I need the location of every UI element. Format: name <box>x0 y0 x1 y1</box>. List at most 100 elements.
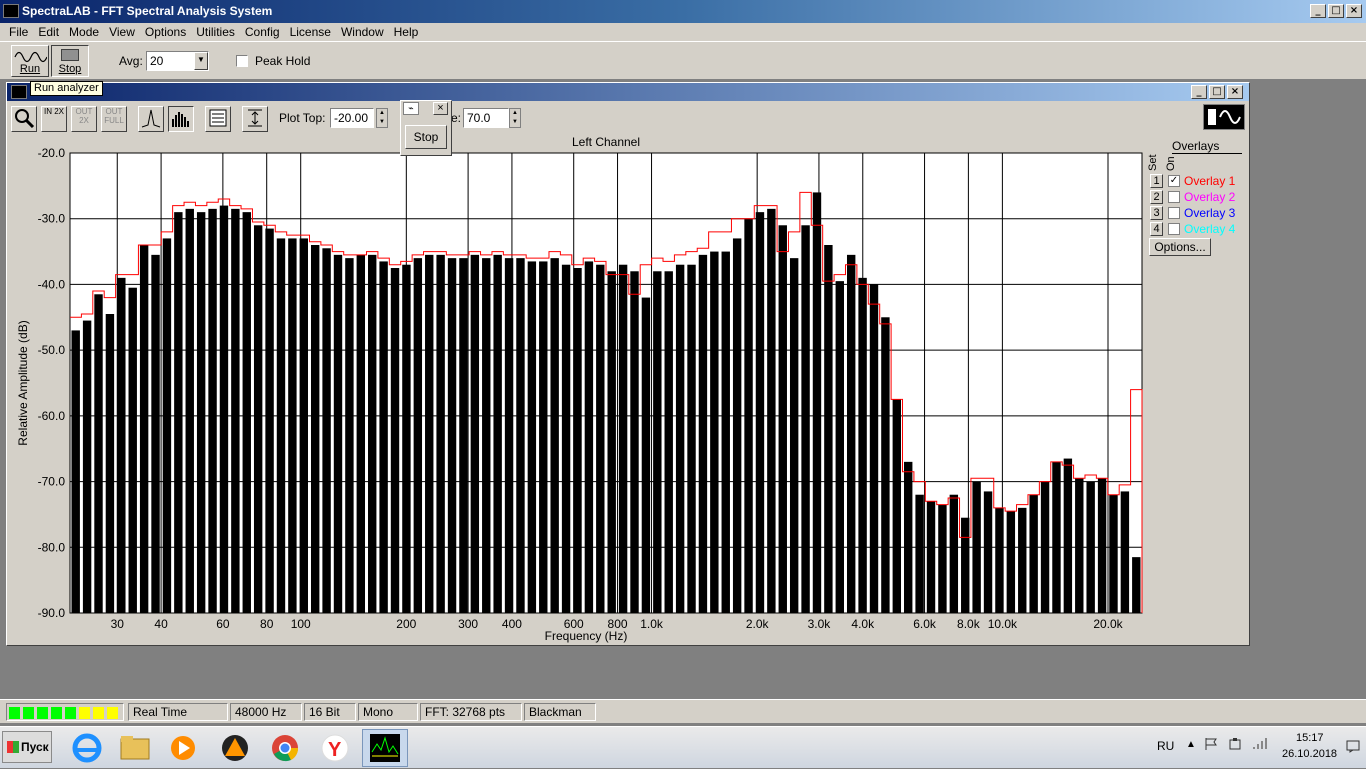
network-signal-icon[interactable] <box>1252 737 1268 751</box>
stop-button[interactable]: Stop <box>51 45 89 77</box>
bar-plot-button[interactable] <box>168 106 194 132</box>
menu-bar: File Edit Mode View Options Utilities Co… <box>0 23 1366 41</box>
popup-stop-button[interactable]: Stop <box>405 125 447 149</box>
start-button[interactable]: Пуск <box>2 731 52 763</box>
svg-text:Y: Y <box>328 739 342 761</box>
minimize-button[interactable]: _ <box>1310 4 1326 18</box>
spectrum-bar <box>755 212 765 613</box>
menu-mode[interactable]: Mode <box>64 23 104 41</box>
menu-file[interactable]: File <box>4 23 33 41</box>
x-tick-label: 3.0k <box>808 617 832 631</box>
spectrum-chart[interactable]: Left Channel -20.0 -30.0 -40.0 -50.0 -60.0 -70… <box>7 131 1147 645</box>
windows-logo-icon <box>7 741 19 753</box>
spectrum-bar <box>915 494 924 613</box>
menu-window[interactable]: Window <box>336 23 389 41</box>
overlay-set-button-4[interactable]: 4 <box>1150 222 1163 236</box>
spectrum-bar <box>767 208 776 613</box>
level-meter <box>6 703 124 721</box>
overlay-set-button-3[interactable]: 3 <box>1150 206 1163 220</box>
overlay-set-button-2[interactable]: 2 <box>1150 190 1163 204</box>
menu-license[interactable]: License <box>285 23 336 41</box>
menu-config[interactable]: Config <box>240 23 285 41</box>
chevron-up-icon[interactable]: ▲ <box>1186 739 1196 750</box>
overlay-on-checkbox-1[interactable]: ✓ <box>1168 175 1180 187</box>
plot-range-value: 70.0 <box>467 111 491 125</box>
app-title: SpectraLAB - FFT Spectral Analysis Syste… <box>22 4 273 18</box>
stop-icon <box>61 49 79 61</box>
clock-date[interactable]: 26.10.2018 <box>1282 748 1337 760</box>
file-explorer-icon[interactable] <box>118 731 152 765</box>
zoom-magnifier-button[interactable] <box>11 106 37 132</box>
overlay-on-checkbox-3[interactable] <box>1168 207 1180 219</box>
spectrum-bar <box>881 317 890 613</box>
status-bar: Real Time 48000 Hz 16 Bit Mono FFT: 3276… <box>0 699 1366 723</box>
spectrum-bar <box>789 258 799 613</box>
language-indicator[interactable]: RU <box>1157 739 1174 753</box>
spectrum-bar <box>972 481 981 613</box>
action-center-flag-icon[interactable] <box>1204 737 1218 751</box>
waveform-icon: ⌁ <box>403 102 419 115</box>
plot-range-spinner[interactable]: ▲ ▼ <box>509 108 521 128</box>
plot-top-label: Plot Top: <box>279 111 326 125</box>
overlay-label-2: Overlay 2 <box>1184 190 1236 204</box>
media-player-icon[interactable] <box>166 731 200 765</box>
sine-wave-logo <box>1203 104 1245 130</box>
spectrum-bar <box>242 212 251 613</box>
spectrum-bar <box>607 271 616 613</box>
device-tray-icon[interactable] <box>1228 737 1242 751</box>
close-button[interactable]: × <box>1346 4 1362 18</box>
yandex-browser-icon[interactable]: Y <box>318 731 352 765</box>
zoom-in-button[interactable]: IN 2X <box>41 106 67 132</box>
menu-options[interactable]: Options <box>140 23 191 41</box>
bar-plot-icon <box>172 112 189 127</box>
scale-button[interactable] <box>242 106 268 132</box>
maximize-button[interactable]: □ <box>1328 4 1344 18</box>
chrome-browser-icon[interactable] <box>268 731 302 765</box>
plot-top-input[interactable]: -20.00 <box>330 108 374 128</box>
overlay-on-checkbox-4[interactable] <box>1168 223 1180 235</box>
windows-taskbar: Пуск Y RU ▲ 15:17 26.10.2018 <box>0 726 1366 768</box>
level-led <box>37 707 48 719</box>
spectralab-taskbar-button[interactable] <box>362 729 408 767</box>
aimp-player-icon[interactable] <box>218 731 252 765</box>
y-tick-label: -50.0 <box>38 343 66 357</box>
x-tick-label: 30 <box>111 617 125 631</box>
spectrum-bar <box>504 258 514 613</box>
spectrum-bar <box>402 264 411 613</box>
zoom-out-label: OUT 2X <box>75 107 93 125</box>
avg-select[interactable]: 20 ▼ <box>146 51 209 71</box>
menu-view[interactable]: View <box>104 23 140 41</box>
line-plot-button[interactable] <box>138 106 164 132</box>
spectrum-bar <box>493 254 502 613</box>
run-button[interactable]: Run <box>11 45 49 77</box>
zoom-out-button[interactable]: OUT 2X <box>71 106 97 132</box>
spectrum-close-button[interactable]: × <box>1227 85 1243 99</box>
overlay-on-checkbox-2[interactable] <box>1168 191 1180 203</box>
spectrum-minimize-button[interactable]: _ <box>1191 85 1207 99</box>
peak-hold-checkbox[interactable] <box>236 55 248 67</box>
notification-icon[interactable] <box>1346 739 1360 753</box>
spectrum-bar <box>379 261 388 613</box>
close-icon[interactable]: × <box>433 102 448 115</box>
spectrum-maximize-button[interactable]: □ <box>1209 85 1225 99</box>
spectrum-bar <box>618 264 628 613</box>
spectrum-bar <box>208 208 217 613</box>
clock-time[interactable]: 15:17 <box>1296 732 1324 744</box>
level-led <box>51 707 62 719</box>
tooltip-text: Run analyzer <box>34 82 99 94</box>
zoom-full-button[interactable]: OUT FULL <box>101 106 127 132</box>
spectrum-bar <box>596 264 605 613</box>
spectrum-bar <box>573 268 582 613</box>
overlay-set-button-1[interactable]: 1 <box>1150 174 1163 188</box>
internet-explorer-icon[interactable] <box>70 731 104 765</box>
chevron-down-icon[interactable]: ▼ <box>194 52 208 70</box>
y-tick-label: -30.0 <box>38 212 66 226</box>
menu-utilities[interactable]: Utilities <box>191 23 240 41</box>
menu-edit[interactable]: Edit <box>33 23 64 41</box>
overlay-options-label: Options... <box>1154 240 1206 254</box>
overlay-options-button[interactable]: Options... <box>1149 238 1211 256</box>
menu-help[interactable]: Help <box>389 23 424 41</box>
table-view-button[interactable] <box>205 106 231 132</box>
plot-top-spinner[interactable]: ▲ ▼ <box>376 108 388 128</box>
plot-range-input[interactable]: 70.0 <box>463 108 509 128</box>
